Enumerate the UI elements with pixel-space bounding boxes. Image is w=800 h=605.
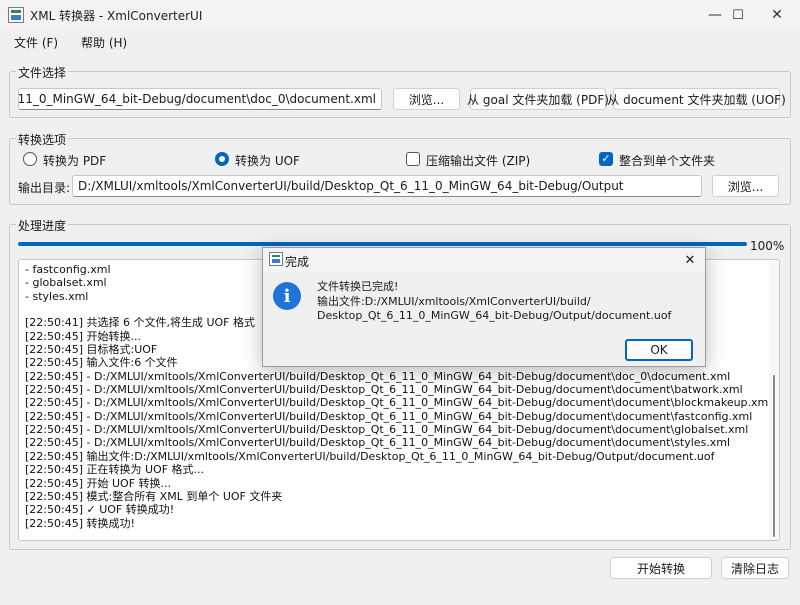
to-uof-radio[interactable] — [215, 152, 229, 166]
info-icon: i — [273, 282, 301, 310]
dialog-message-line1: 文件转换已完成! — [317, 280, 399, 293]
output-dir-label: 输出目录: — [18, 181, 71, 195]
log-line: [22:50:45] 模式:整合所有 XML 到单个 UOF 文件夹 — [25, 489, 283, 503]
log-line: [22:50:45] - D:/XMLUI/xmltools/XmlConver… — [25, 369, 731, 383]
merge-checkbox[interactable]: ✓ — [599, 152, 613, 166]
dialog-message-line3: Desktop_Qt_6_11_0_MinGW_64_bit-Debug/Out… — [317, 309, 672, 322]
log-line: [22:50:45] - D:/XMLUI/xmltools/XmlConver… — [25, 423, 749, 437]
zip-label: 压缩输出文件 (ZIP) — [426, 154, 531, 168]
log-scroll-thumb[interactable] — [773, 375, 775, 537]
log-line: [22:50:45] - D:/XMLUI/xmltools/XmlConver… — [25, 396, 772, 410]
log-line: [22:50:45] 开始 UOF 转换... — [25, 476, 172, 490]
file-path-input[interactable]: :top_Qt_6_11_0_MinGW_64_bit-Debug/docume… — [18, 88, 382, 110]
load-goal-button[interactable]: 从 goal 文件夹加载 (PDF) — [467, 88, 609, 110]
start-convert-button[interactable]: 开始转换 — [610, 557, 712, 579]
to-pdf-label: 转换为 PDF — [43, 154, 107, 168]
to-pdf-radio[interactable] — [23, 152, 37, 166]
merge-label: 整合到单个文件夹 — [619, 154, 716, 168]
progress-percent: 100% — [750, 239, 785, 253]
clear-log-button[interactable]: 清除日志 — [721, 557, 789, 579]
log-line: [22:50:45] 正在转换为 UOF 格式... — [25, 463, 205, 477]
dialog-title: 完成 — [285, 255, 310, 269]
progress-bar — [18, 242, 747, 246]
output-browse-button[interactable]: 浏览... — [712, 175, 779, 197]
app-icon — [8, 7, 24, 23]
log-line: [22:50:45] - D:/XMLUI/xmltools/XmlConver… — [25, 436, 731, 450]
menu-help[interactable]: 帮助 (H) — [81, 34, 127, 51]
ok-button[interactable]: OK — [625, 339, 693, 361]
to-uof-label: 转换为 UOF — [235, 154, 300, 168]
log-scrollbar[interactable] — [769, 260, 779, 540]
dialog-message-line2: 输出文件:D:/XMLUI/xmltools/XmlConverterUI/bu… — [317, 294, 591, 308]
progress-fill — [18, 242, 747, 246]
file-browse-button[interactable]: 浏览... — [393, 88, 460, 110]
dialog-message: 文件转换已完成! 输出文件:D:/XMLUI/xmltools/XmlConve… — [317, 280, 671, 324]
menu-file[interactable]: 文件 (F) — [14, 34, 58, 51]
zip-checkbox[interactable] — [406, 152, 420, 166]
file-select-title: 文件选择 — [16, 64, 69, 81]
log-line: [22:50:45] ✓ UOF 转换成功! — [25, 503, 175, 517]
log-line: [22:50:45] 转换成功! — [25, 516, 135, 530]
completion-dialog: 完成 ✕ i 文件转换已完成! 输出文件:D:/XMLUI/xmltools/X… — [262, 247, 706, 367]
close-button[interactable]: ✕ — [754, 0, 800, 30]
progress-title: 处理进度 — [16, 217, 69, 234]
dialog-close-button[interactable]: ✕ — [679, 250, 701, 270]
log-line: [22:50:45] - D:/XMLUI/xmltools/XmlConver… — [25, 409, 753, 423]
log-line: [22:50:45] - D:/XMLUI/xmltools/XmlConver… — [25, 383, 743, 397]
output-dir-input[interactable]: D:/XMLUI/xmltools/XmlConverterUI/build/D… — [72, 175, 702, 197]
options-title: 转换选项 — [16, 131, 69, 148]
log-line: [22:50:45] 输出文件:D:/XMLUI/xmltools/XmlCon… — [25, 449, 715, 463]
dialog-app-icon — [269, 252, 283, 266]
load-document-button[interactable]: 从 document 文件夹加载 (UOF) — [607, 88, 786, 110]
dialog-title-bar — [263, 248, 705, 272]
file-path-value: :top_Qt_6_11_0_MinGW_64_bit-Debug/docume… — [18, 92, 376, 106]
window-title: XML 转换器 - XmlConverterUI — [30, 9, 203, 23]
